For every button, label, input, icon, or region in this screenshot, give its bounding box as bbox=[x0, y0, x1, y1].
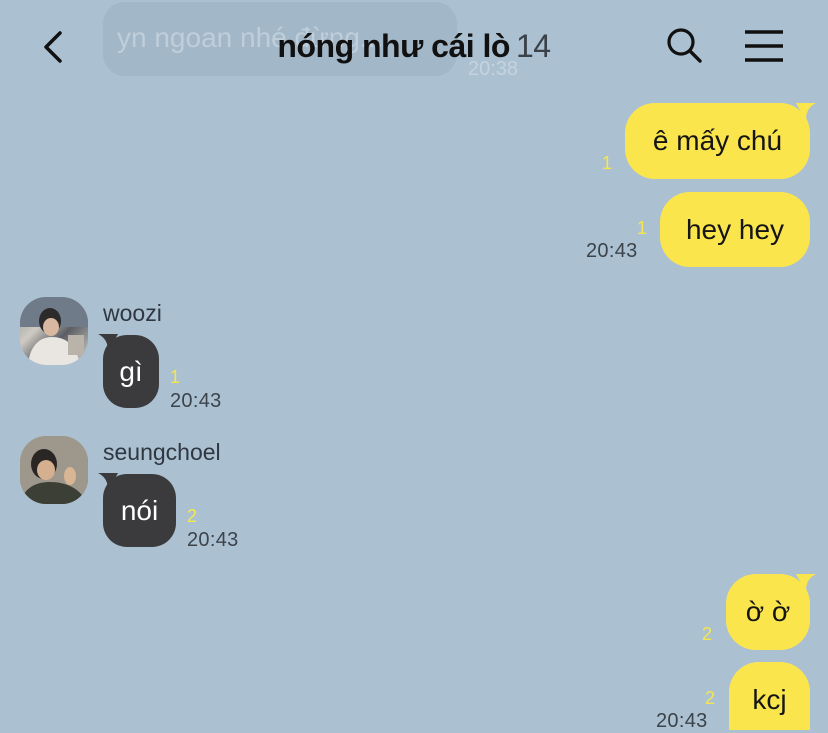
message-text: gì bbox=[119, 355, 143, 387]
my-message-bubble[interactable]: hey hey bbox=[660, 192, 810, 267]
my-message-bubble[interactable]: ê mấy chú bbox=[625, 103, 810, 179]
unread-count: 1 bbox=[170, 367, 181, 387]
search-icon[interactable] bbox=[664, 26, 704, 66]
unread-count: 2 bbox=[702, 624, 713, 644]
chat-name: nóng như cái lò bbox=[277, 28, 510, 64]
unread-count: 1 bbox=[602, 153, 613, 173]
message-text: ê mấy chú bbox=[652, 125, 783, 156]
my-message-bubble[interactable]: kcj bbox=[729, 662, 810, 730]
message-time: 20:43 bbox=[170, 390, 222, 412]
avatar[interactable] bbox=[20, 436, 88, 504]
message-text: hey hey bbox=[685, 213, 785, 245]
menu-icon[interactable] bbox=[742, 26, 786, 66]
their-message-bubble[interactable]: gì bbox=[103, 335, 159, 408]
unread-count: 1 bbox=[637, 218, 648, 238]
avatar-photo-icon bbox=[20, 297, 88, 365]
sender-name: seungchoel bbox=[103, 439, 221, 465]
message-time: 20:43 bbox=[187, 529, 239, 551]
message-text: nói bbox=[120, 494, 159, 526]
bubble-tail bbox=[796, 103, 816, 121]
bubble-tail bbox=[796, 574, 816, 592]
avatar-photo-icon bbox=[20, 436, 88, 504]
avatar[interactable] bbox=[20, 297, 88, 365]
message-text: ờ ờ bbox=[745, 596, 791, 627]
unread-count: 2 bbox=[187, 506, 198, 526]
their-message-bubble[interactable]: nói bbox=[103, 474, 176, 547]
message-time: 20:43 bbox=[586, 240, 638, 262]
unread-count: 2 bbox=[705, 688, 716, 708]
sender-name: woozi bbox=[103, 300, 162, 326]
member-count: 14 bbox=[515, 28, 551, 64]
message-text: kcj bbox=[752, 684, 787, 715]
